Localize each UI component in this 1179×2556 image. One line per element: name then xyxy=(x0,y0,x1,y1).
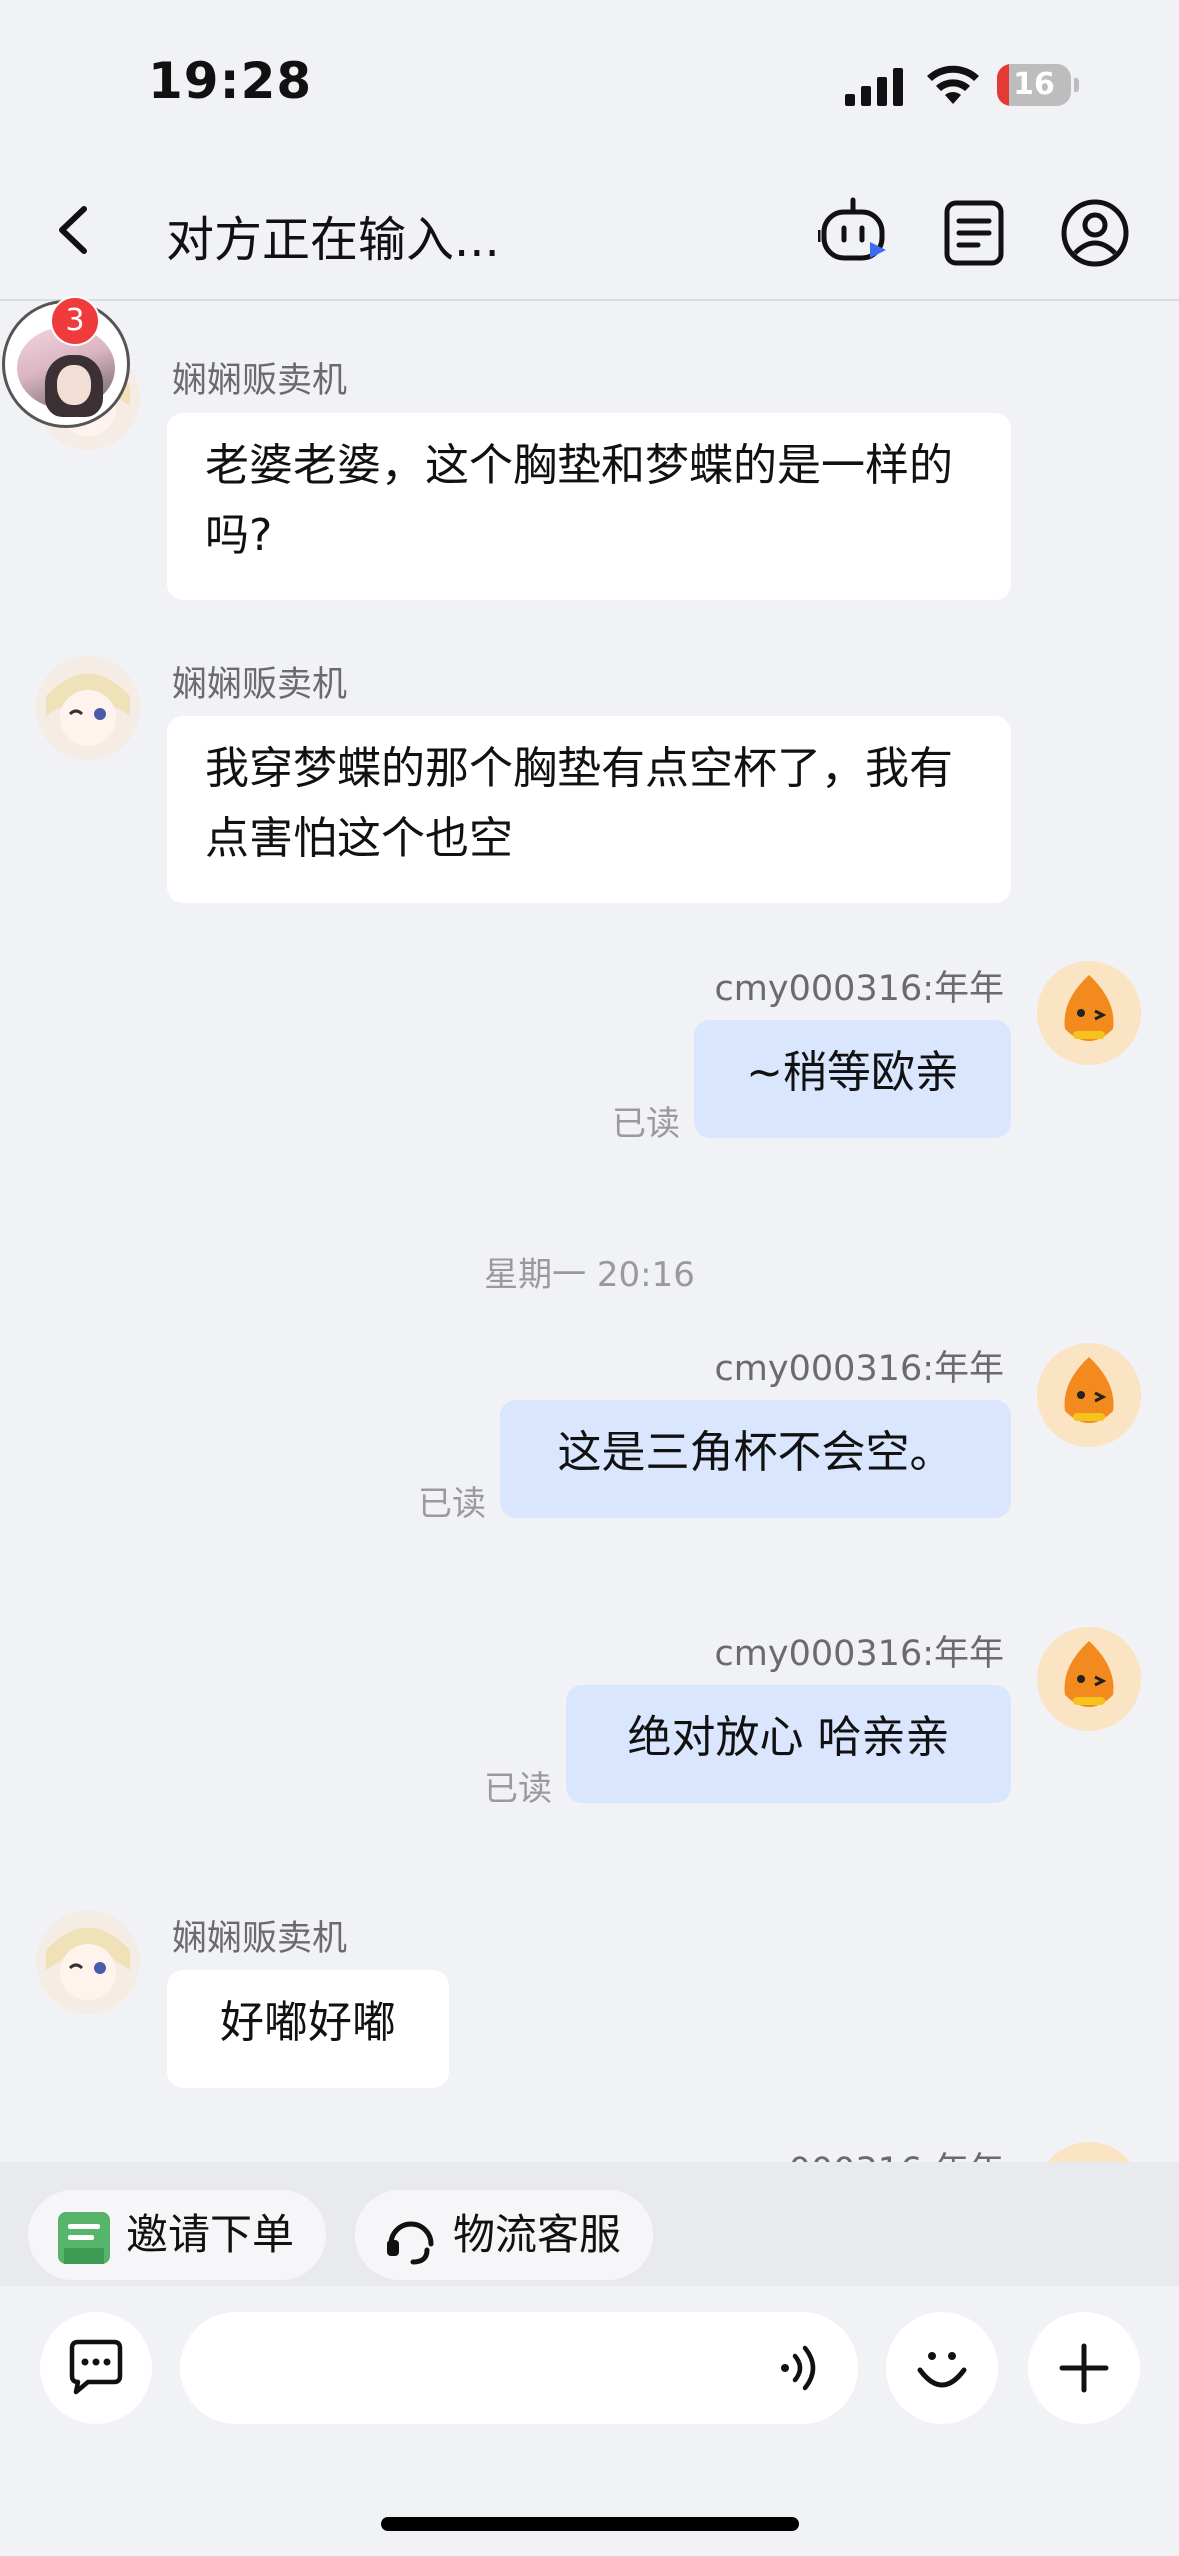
logistics-service-label: 物流客服 xyxy=(453,2210,622,2259)
message-bubble-incoming[interactable]: 我穿梦蝶的那个胸垫有点空杯了，我有点害怕这个也空 xyxy=(167,716,1011,903)
chat-title: 对方正在输入... xyxy=(166,212,500,268)
user-circle-icon[interactable] xyxy=(1060,198,1130,268)
logistics-service-chip[interactable]: 物流客服 xyxy=(355,2190,653,2280)
invite-order-icon xyxy=(58,2212,110,2264)
smile-icon xyxy=(917,2352,967,2388)
invite-order-label: 邀请下单 xyxy=(126,2210,295,2259)
sender-name: 娴娴贩卖机 xyxy=(172,665,348,705)
emoji-button[interactable] xyxy=(886,2312,998,2424)
unread-badge: 3 xyxy=(50,296,100,346)
read-receipt: 已读 xyxy=(484,1769,552,1809)
home-indicator xyxy=(381,2517,799,2531)
timestamp-divider: 星期一 20:16 xyxy=(484,1255,695,1295)
headset-icon xyxy=(387,2221,434,2265)
my-avatar[interactable] xyxy=(1037,1343,1141,1447)
contact-avatar[interactable] xyxy=(36,656,140,760)
message-bubble-outgoing[interactable]: ~稍等欧亲 xyxy=(694,1020,1011,1138)
status-time: 19:28 xyxy=(148,52,313,110)
robot-icon[interactable] xyxy=(818,196,892,270)
sender-name: cmy000316:年年 xyxy=(714,1634,1004,1674)
message-input[interactable] xyxy=(180,2312,858,2424)
message-bubble-outgoing[interactable]: 这是三角杯不会空。 xyxy=(500,1400,1011,1518)
message-bubble-incoming[interactable]: 好嘟好嘟 xyxy=(167,1970,449,2088)
order-list-icon[interactable] xyxy=(942,198,1006,268)
contact-avatar[interactable] xyxy=(36,1910,140,2014)
battery-indicator: 16 xyxy=(997,64,1081,106)
battery-percentage: 16 xyxy=(1013,67,1055,102)
my-avatar[interactable] xyxy=(1037,1627,1141,1731)
voice-wave-icon[interactable] xyxy=(775,2340,831,2396)
read-receipt: 已读 xyxy=(418,1484,486,1524)
sender-name: cmy000316:年年 xyxy=(714,1349,1004,1389)
my-avatar[interactable] xyxy=(1037,961,1141,1065)
chat-bubble-button[interactable] xyxy=(40,2312,152,2424)
invite-order-chip[interactable]: 邀请下单 xyxy=(28,2190,326,2280)
nav-divider xyxy=(0,299,1179,301)
plus-icon xyxy=(1059,2343,1109,2393)
back-button[interactable] xyxy=(40,195,110,265)
read-receipt: 已读 xyxy=(612,1104,680,1144)
plus-button[interactable] xyxy=(1028,2312,1140,2424)
sender-name: 娴娴贩卖机 xyxy=(172,1919,348,1959)
wifi-icon xyxy=(927,65,979,104)
message-bubble-incoming[interactable]: 老婆老婆，这个胸垫和梦蝶的是一样的吗? xyxy=(167,413,1011,600)
chat-bubble-icon xyxy=(69,2339,123,2395)
sender-name: cmy000316:年年 xyxy=(714,969,1004,1009)
cellular-signal-icon xyxy=(845,68,903,106)
sender-name: 娴娴贩卖机 xyxy=(172,361,348,401)
message-bubble-outgoing[interactable]: 绝对放心 哈亲亲 xyxy=(566,1685,1011,1803)
